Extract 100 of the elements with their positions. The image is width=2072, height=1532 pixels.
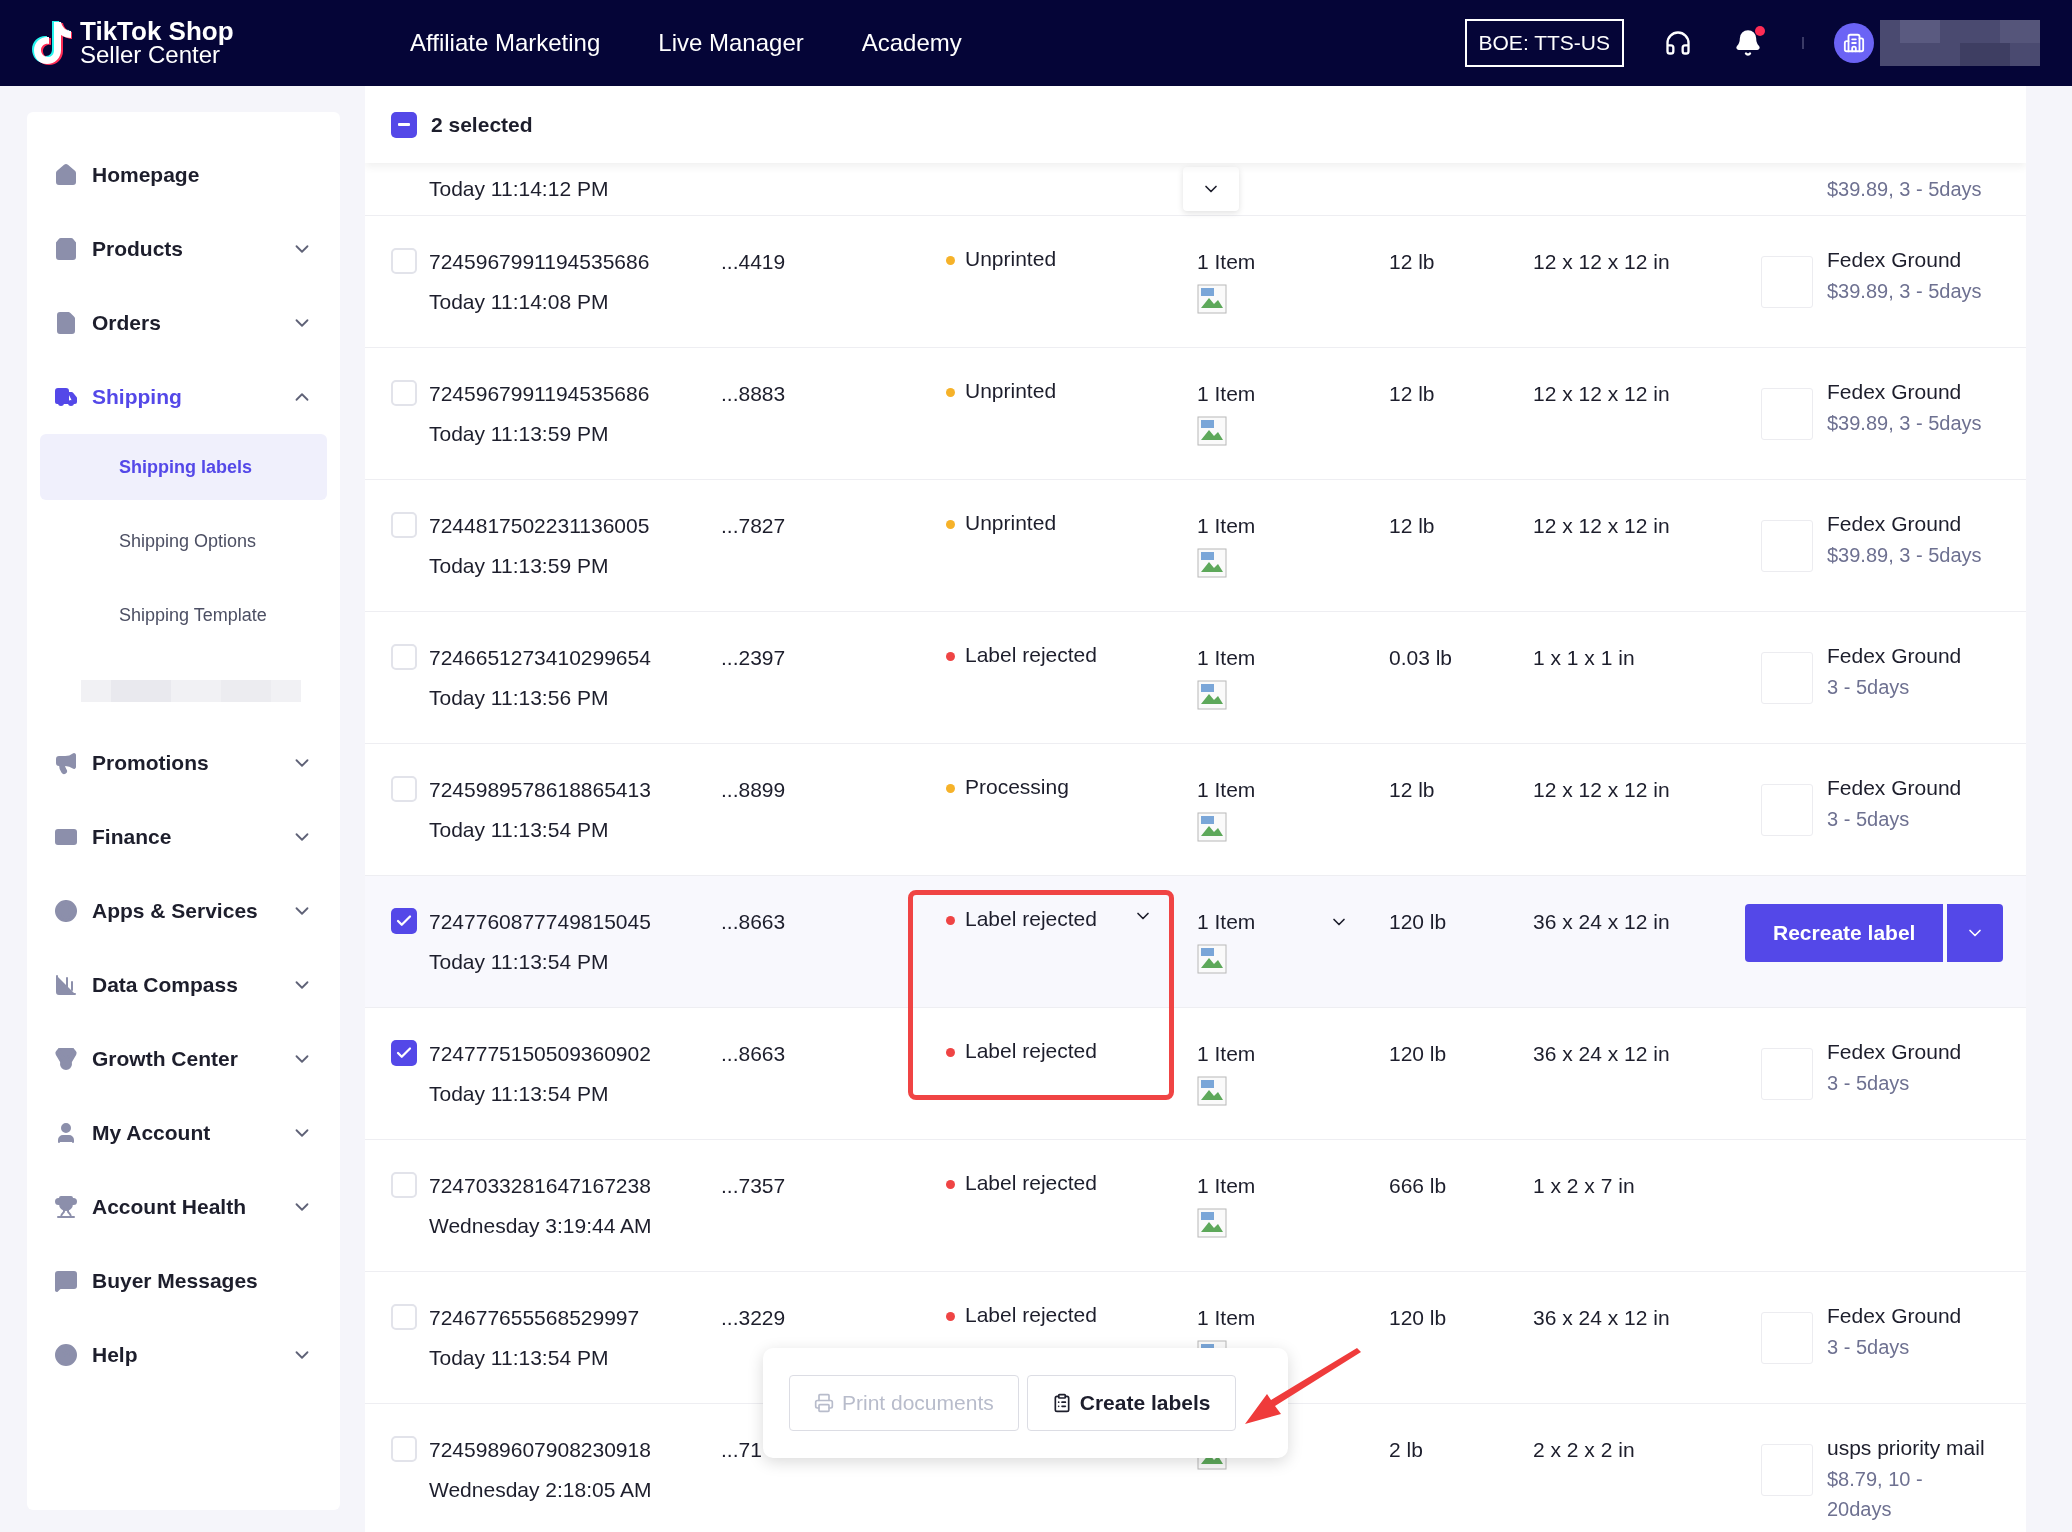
notification-bell-icon[interactable] [1734,29,1762,57]
carrier-detail: $39.89, 3 - 5days [1827,542,1983,568]
checkbox[interactable] [391,908,417,934]
megaphone-icon [54,751,78,775]
recreate-label-button[interactable]: Recreate label [1745,904,1944,962]
dimensions: 36 x 24 x 12 in [1533,910,1670,933]
order-time: Today 11:13:54 PM [429,816,610,843]
carrier-detail: $39.89, 3 - 5days [1826,177,1983,202]
carrier-detail: $39.89, 3 - 5days [1827,278,1983,304]
order-time: Today 11:13:54 PM [429,1344,610,1371]
sidebar-item[interactable]: Data Compass [27,948,340,1022]
carrier-detail: 3 - 5days [1827,806,1911,832]
checkbox[interactable] [391,512,417,538]
weight: 12 lb [1389,250,1435,273]
order-suffix: ...7357 [721,1174,786,1197]
checkbox[interactable] [391,776,417,802]
weight: 12 lb [1389,778,1435,801]
sidebar-item[interactable]: My Account [27,1096,340,1170]
order-suffix: ...8883 [721,382,786,405]
status-text: Label rejected [965,1302,1098,1328]
sidebar-item[interactable]: Finance [27,800,340,874]
building-icon [1843,32,1865,54]
carrier-name: Fedex Ground [1827,775,1963,801]
order-id: 7247775150509360902 [429,1041,652,1067]
note-logo-icon [32,20,72,66]
message-icon [54,1269,78,1293]
order-id: 7245989607908230918 [429,1437,652,1463]
sidebar-item[interactable]: Orders [27,286,340,360]
status-text: Label rejected [965,642,1098,668]
item-count: 1 Item [1197,249,1257,275]
order-suffix: ...8899 [721,778,786,801]
order-suffix: ...7827 [721,514,786,537]
item-count: 1 Item [1197,1305,1257,1331]
order-suffix: ...71 [721,1438,762,1461]
sidebar-subitem[interactable]: Shipping Template [40,582,327,648]
checkbox[interactable] [391,644,417,670]
bulk-action-button[interactable]: Create labels [1026,1375,1236,1431]
order-suffix: ...8663 [721,1042,786,1065]
sidebar-subitem[interactable]: Shipping Options [40,508,327,574]
trophy-icon [54,1195,78,1219]
order-suffix: ...8663 [721,910,786,933]
sidebar-item[interactable]: Homepage [27,138,340,212]
checkbox[interactable] [391,248,417,274]
avatar[interactable] [1834,23,1874,63]
broken-image-icon [1197,283,1227,314]
medal-icon [54,1047,78,1071]
checkbox[interactable] [391,111,417,138]
sidebar-item[interactable]: Growth Center [27,1022,340,1096]
nav-link[interactable]: Academy [861,25,962,61]
status-text: Label rejected [965,1170,1098,1196]
item-count: 1 Item [1197,1041,1257,1067]
order-id: 7247760877749815045 [429,909,652,935]
sidebar-subitem[interactable]: Shipping labels [40,434,327,500]
weight: 2 lb [1389,1438,1423,1461]
weight: 12 lb [1389,382,1435,405]
order-time: Today 11:13:59 PM [429,552,610,579]
carrier-detail: $39.89, 3 - 5days [1827,410,1983,436]
weight: 12 lb [1389,514,1435,537]
order-time: Wednesday 3:19:44 AM [429,1212,653,1239]
headset-icon[interactable] [1664,29,1692,57]
checkbox[interactable] [391,380,417,406]
minus-icon [398,123,410,126]
order-time: Today 11:13:54 PM [429,1080,610,1107]
order-time: Wednesday 2:18:05 AM [429,1476,653,1503]
weight: 120 lb [1389,1306,1447,1329]
sidebar-item[interactable]: Products [27,212,340,286]
checkbox[interactable] [391,1172,417,1198]
order-id: 7244817502231136005 [429,513,651,539]
item-count: 1 Item [1197,513,1257,539]
sidebar-item[interactable]: Shipping [27,360,340,434]
environment-badge: BOE: TTS-US [1464,19,1624,67]
checkbox[interactable] [391,1304,417,1330]
nav-link[interactable]: Live Manager [658,25,804,61]
nav-link[interactable]: Affiliate Marketing [410,25,601,61]
broken-image-icon [1197,547,1227,578]
order-suffix: ...3229 [721,1306,786,1329]
sidebar-item[interactable]: Promotions [27,726,340,800]
printer-icon [814,1393,834,1413]
item-count: 1 Item [1197,1173,1257,1199]
checkbox[interactable] [391,1436,417,1462]
dimensions: 1 x 2 x 7 in [1533,1174,1635,1197]
order-time: Today 11:13:54 PM [429,948,610,975]
broken-image-icon [1197,415,1227,446]
status-text: Unprinted [965,378,1058,404]
order-id: 7245967991194535686 [429,381,651,407]
order-time: Today 11:13:59 PM [429,420,610,447]
truck-icon [54,385,78,409]
broken-image-icon [1197,1207,1227,1238]
sidebar-item[interactable]: Apps & Services [27,874,340,948]
order-suffix: ...4419 [721,250,786,273]
broken-image-icon [1197,943,1227,974]
sidebar-item[interactable]: Account Health [27,1170,340,1244]
order-time: Today 11:14:08 PM [429,288,610,315]
carrier-detail: $8.79, 10 - 20days [1827,1466,1924,1522]
order-id: 7247033281647167238 [429,1173,652,1199]
sidebar-item[interactable]: Help [27,1318,340,1392]
sidebar-item[interactable]: Buyer Messages [27,1244,340,1318]
checkbox[interactable] [391,1040,417,1066]
dropdown-button[interactable] [1947,904,2004,962]
broken-image-icon [1197,811,1227,842]
